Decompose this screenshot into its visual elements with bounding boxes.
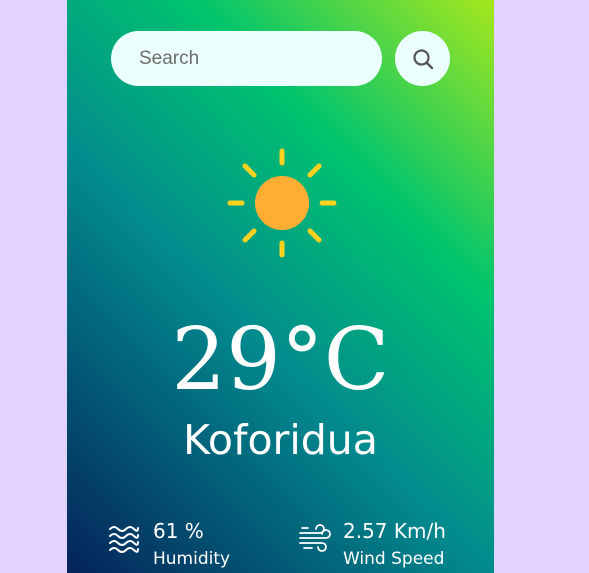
temperature: 29°C [171,310,390,410]
city-name: Koforidua [183,416,378,464]
wind-label: Wind Speed [343,549,445,569]
search-icon [412,48,433,69]
search-input[interactable] [111,31,382,86]
humidity-stat: 61 % Humidity [108,516,268,573]
humidity-label: Humidity [153,549,231,569]
wind-icon [299,524,331,552]
wind-value: 2.57 Km/h [343,519,446,543]
humidity-value: 61 % [153,519,204,543]
wind-stat: 2.57 Km/h Wind Speed [298,516,488,573]
weather-card: 29°C Koforidua 61 % Humidity 2.57 Km/h W… [67,0,494,573]
search-button[interactable] [395,31,450,86]
humidity-icon [109,526,139,553]
search-bar [111,31,382,86]
sun-icon [227,148,337,258]
